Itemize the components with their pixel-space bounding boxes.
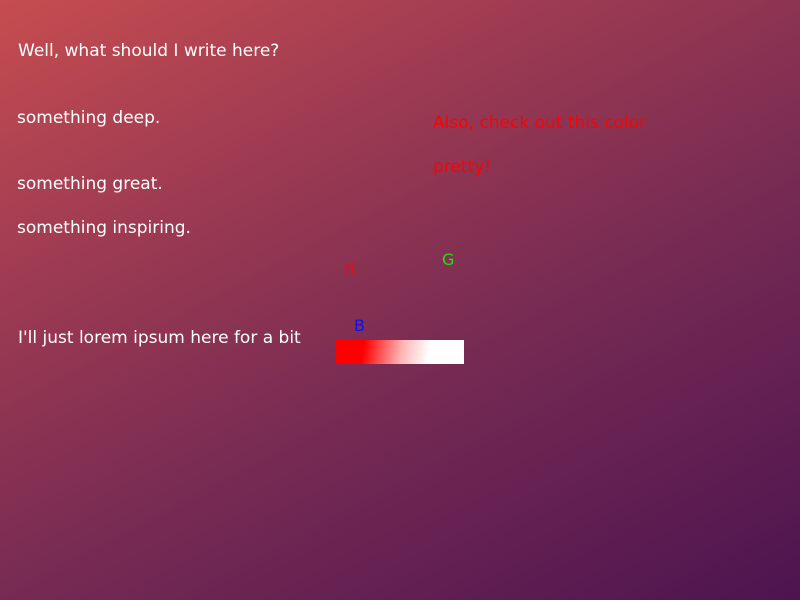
line-something-great: something great. [17, 174, 163, 194]
color-preview-swatch [336, 340, 464, 364]
green-channel-label: G [442, 250, 455, 269]
headline-text: Well, what should I write here? [18, 41, 280, 61]
color-note-text: Also, check out this color [433, 113, 647, 133]
line-something-inspiring: something inspiring. [17, 218, 191, 238]
blue-channel-label: B [354, 316, 365, 335]
red-channel-label: R [345, 260, 357, 279]
line-something-deep: something deep. [17, 108, 161, 128]
lorem-ipsum-line: I'll just lorem ipsum here for a bit [18, 328, 301, 348]
pretty-text: pretty! [433, 157, 492, 177]
